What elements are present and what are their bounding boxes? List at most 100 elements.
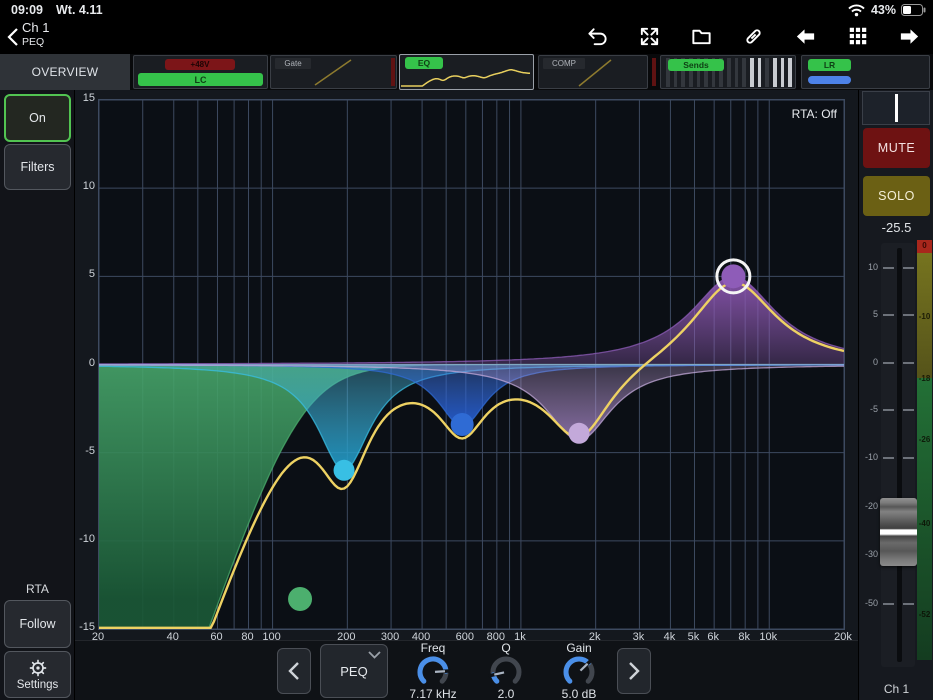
meter-scale-label: -26 bbox=[918, 435, 931, 444]
settings-label: Settings bbox=[16, 679, 59, 691]
gain-knob[interactable] bbox=[560, 655, 598, 687]
status-date: Wt. 4.11 bbox=[55, 3, 103, 17]
fader-scale-label: -5 bbox=[869, 404, 878, 414]
send-level-bar bbox=[757, 58, 762, 87]
strip-lr-section[interactable]: LR bbox=[801, 55, 930, 89]
phantom-power-badge: +48V bbox=[165, 59, 235, 70]
send-level-bar bbox=[742, 58, 747, 87]
mute-button[interactable]: MUTE bbox=[863, 128, 930, 168]
chevron-right-icon bbox=[629, 662, 640, 680]
arrow-right-icon bbox=[900, 28, 919, 44]
gain-tick-label: -10 bbox=[79, 532, 95, 545]
fullscreen-button[interactable] bbox=[636, 23, 663, 49]
level-meter: 0 -10 -18 -26 -40 -52 bbox=[917, 240, 932, 660]
back-button[interactable] bbox=[4, 24, 22, 50]
fader-slot bbox=[897, 248, 902, 662]
lowcut-badge: LC bbox=[138, 73, 263, 86]
fader-scale-label: -30 bbox=[864, 549, 878, 559]
fader-scale-label: -50 bbox=[864, 598, 878, 608]
gain-tick-label: 10 bbox=[82, 180, 95, 193]
q-knob[interactable] bbox=[487, 655, 525, 687]
strip-gate-section[interactable]: Gate bbox=[270, 55, 397, 89]
band-type-dropdown[interactable]: PEQ bbox=[320, 644, 388, 698]
next-band-button[interactable] bbox=[617, 648, 651, 694]
send-level-bar bbox=[727, 58, 731, 87]
fader-tick bbox=[883, 409, 894, 411]
fader-tick bbox=[903, 362, 914, 364]
knob-value: 7.17 kHz bbox=[409, 687, 457, 700]
rta-label: RTA bbox=[26, 582, 49, 596]
fader-scale-label: -20 bbox=[864, 501, 878, 511]
eq-node-band-3[interactable] bbox=[568, 422, 590, 444]
tab-overview[interactable]: OVERVIEW bbox=[0, 54, 130, 90]
eq-node-band-1[interactable] bbox=[333, 459, 355, 481]
fader-scale-label: -10 bbox=[864, 452, 878, 462]
link-button[interactable] bbox=[740, 23, 767, 49]
band-type-value: PEQ bbox=[340, 663, 368, 679]
fader-scale-label: 10 bbox=[867, 262, 878, 272]
lr-pan-bar bbox=[808, 76, 851, 84]
prev-channel-button[interactable] bbox=[792, 23, 819, 49]
freq-knob[interactable] bbox=[414, 655, 452, 687]
fader-tick bbox=[903, 603, 914, 605]
strip-sends-section[interactable]: Sends bbox=[660, 55, 796, 89]
chevron-down-icon bbox=[368, 651, 381, 659]
comp-meter bbox=[652, 58, 656, 86]
status-bar: 09:09 Wt. 4.11 43% bbox=[0, 0, 933, 20]
fader-knob[interactable] bbox=[880, 498, 917, 566]
scenes-button[interactable] bbox=[688, 23, 715, 49]
strip-eq-section-selected[interactable]: EQ bbox=[399, 54, 534, 90]
send-level-bar bbox=[734, 58, 739, 87]
fader-tick bbox=[903, 457, 914, 459]
rta-follow-button[interactable]: Follow bbox=[4, 600, 71, 648]
eq-node-band-4[interactable] bbox=[721, 264, 746, 289]
meter-scale-label: -10 bbox=[918, 312, 931, 321]
fader-tick bbox=[883, 603, 894, 605]
send-level-bar bbox=[772, 58, 777, 87]
meter-scale-label: 0 bbox=[922, 241, 927, 250]
solo-button[interactable]: SOLO bbox=[863, 176, 930, 216]
apps-grid-button[interactable] bbox=[844, 23, 871, 49]
eq-on-button[interactable]: On bbox=[4, 94, 71, 142]
next-channel-button[interactable] bbox=[896, 23, 923, 49]
fader-tick bbox=[883, 314, 894, 316]
wifi-icon bbox=[848, 4, 865, 16]
fader-area: 10 5 0 -5 -10 -20 -30 -50 0 -10 -18 -26 -40 -52 bbox=[859, 240, 933, 680]
back-chevron-icon bbox=[7, 28, 18, 46]
settings-button[interactable]: Settings bbox=[4, 651, 71, 698]
gain-tick-label: -5 bbox=[85, 444, 95, 457]
eq-band-fill-band-4 bbox=[99, 276, 844, 365]
eq-node-low-cut[interactable] bbox=[288, 587, 313, 612]
prev-band-button[interactable] bbox=[277, 648, 311, 694]
eq-plot-surface[interactable]: RTA: Off bbox=[98, 99, 845, 630]
fader-tick bbox=[903, 314, 914, 316]
fader-tick bbox=[883, 267, 894, 269]
nav-page-title: PEQ bbox=[22, 35, 45, 48]
eq-node-band-2[interactable] bbox=[450, 412, 474, 436]
undo-button[interactable] bbox=[584, 23, 611, 49]
rta-status-toggle[interactable]: RTA: Off bbox=[792, 107, 837, 121]
folder-icon bbox=[692, 29, 711, 44]
send-level-bar bbox=[788, 58, 792, 87]
pan-indicator bbox=[895, 94, 898, 122]
gain-tick-label: 15 bbox=[82, 92, 95, 104]
sends-badge: Sends bbox=[668, 59, 724, 71]
fader-scale-label: 0 bbox=[872, 357, 878, 367]
expand-icon bbox=[640, 27, 659, 45]
knob-label: Gain bbox=[566, 641, 592, 655]
channel-name: Ch 1 bbox=[883, 682, 910, 696]
channel-panel: MUTE SOLO -25.5 10 5 0 -5 -10 -20 -30 -50 0 -10 -… bbox=[858, 90, 933, 700]
send-level-bar bbox=[780, 58, 785, 87]
left-sidebar: On Filters RTA Follow Settings bbox=[0, 90, 75, 700]
lr-badge: LR bbox=[808, 59, 851, 71]
meter-scale-label: -40 bbox=[918, 519, 931, 528]
battery-percent: 43% bbox=[870, 3, 896, 17]
gate-curve-thumbnail bbox=[314, 59, 352, 86]
strip-preamp-section[interactable]: +48V LC bbox=[133, 55, 268, 89]
strip-comp-section[interactable]: COMP bbox=[538, 55, 648, 89]
fader-tick bbox=[883, 362, 894, 364]
knob-label: Freq bbox=[420, 641, 446, 655]
comp-curve-thumbnail bbox=[578, 59, 612, 87]
filters-button[interactable]: Filters bbox=[4, 144, 71, 190]
pan-control[interactable] bbox=[862, 91, 930, 125]
